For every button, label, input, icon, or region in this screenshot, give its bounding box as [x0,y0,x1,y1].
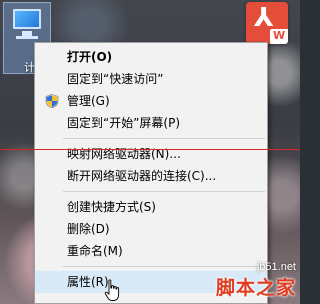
uac-shield-icon [45,94,59,108]
monitor-icon [13,9,41,29]
menu-separator [63,191,265,192]
menu-item-manage[interactable]: 管理(G) [35,90,267,112]
menu-item-label: 打开(O) [67,50,113,64]
menu-item-label: 固定到“开始”屏幕(P) [67,116,181,130]
menu-separator [63,138,265,139]
menu-item-label: 删除(D) [67,222,110,236]
menu-item-pin-quick-access[interactable]: 固定到“快速访问” [35,68,267,90]
menu-item-delete[interactable]: 删除(D) [35,218,267,240]
menu-item-create-shortcut[interactable]: 创建快捷方式(S) [35,196,267,218]
menu-item-rename[interactable]: 重命名(M) [35,240,267,262]
watermark-url: jb51.net [256,261,296,273]
menu-item-disconnect-network-drive[interactable]: 断开网络驱动器的连接(C)... [35,165,267,187]
pdf-app-desktop-icon[interactable]: ⅄ W [246,2,288,44]
menu-item-label: 管理(G) [67,94,110,108]
pdf-badge: W [270,29,288,44]
watermark: jb51.net 脚本之家 [216,261,296,300]
menu-item-label: 属性(R) [67,275,109,289]
watermark-brand: 脚本之家 [215,277,296,299]
hand-pointer-cursor-icon [104,279,120,301]
pdf-badge-letter: W [273,29,286,42]
menu-item-label: 断开网络驱动器的连接(C)... [67,169,217,183]
menu-item-label: 重命名(M) [67,244,123,258]
monitor-base [16,36,38,39]
menu-item-map-network-drive[interactable]: 映射网络驱动器(N)... [35,143,267,165]
annotation-line [0,149,300,150]
menu-item-label: 固定到“快速访问” [67,72,164,86]
menu-item-label: 创建快捷方式(S) [67,200,156,214]
menu-item-pin-start[interactable]: 固定到“开始”屏幕(P) [35,112,267,134]
pdf-acrobat-icon: ⅄ [254,3,274,33]
menu-item-open[interactable]: 打开(O) [35,46,267,68]
